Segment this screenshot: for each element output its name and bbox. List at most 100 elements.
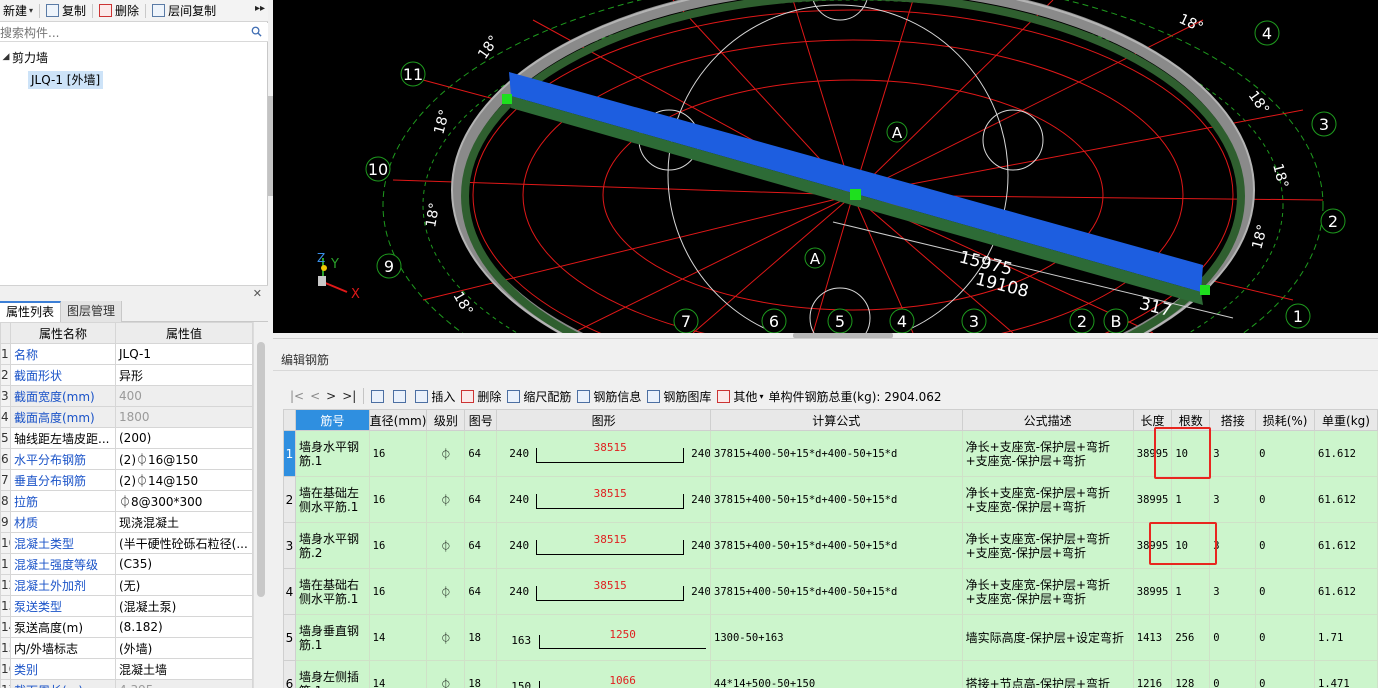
axis-bubble-4b[interactable]: 4 bbox=[889, 308, 915, 333]
row-number[interactable]: 3 bbox=[283, 522, 296, 569]
shape-cell[interactable]: 240 38515 240 bbox=[496, 522, 711, 569]
length-cell[interactable]: 1413 bbox=[1132, 614, 1173, 661]
axis-bubble-7[interactable]: 7 bbox=[673, 308, 699, 333]
axis-bubble-5[interactable]: 5 bbox=[827, 308, 853, 333]
drawing-viewport[interactable]: 15975 19108 317 A A 1 2 3 4 11 10 9 7 6 … bbox=[273, 0, 1378, 333]
figure-number-cell[interactable]: 64 bbox=[464, 476, 498, 523]
unit-weight-cell[interactable]: 1.71 bbox=[1314, 614, 1378, 661]
column-header[interactable]: 图号 bbox=[464, 409, 498, 431]
rebar-row[interactable]: 1 墙身水平钢筋.1 16 ⏀ 64 240 38515 240 37815+400-50+15… bbox=[283, 430, 1378, 477]
column-header[interactable]: 搭接 bbox=[1209, 409, 1257, 431]
collapse-triangle-icon[interactable]: ◢ bbox=[0, 52, 12, 62]
move-up-button[interactable] bbox=[368, 389, 390, 403]
new-button[interactable]: 新建 ▾ bbox=[0, 0, 36, 21]
rebar-library-button[interactable]: 钢筋图库 bbox=[644, 388, 714, 405]
axis-bubble-6[interactable]: 6 bbox=[761, 308, 787, 333]
more-tools-icon[interactable]: ▸▸ bbox=[255, 3, 265, 14]
property-value[interactable]: 400 bbox=[115, 385, 253, 407]
property-row[interactable]: 8 拉筋 ⏀8@300*300 bbox=[0, 490, 253, 512]
property-row[interactable]: 13泵送类型(混凝土泵) bbox=[0, 595, 253, 617]
shape-cell[interactable]: 150 1066 bbox=[496, 660, 711, 688]
count-cell[interactable]: 256 bbox=[1171, 614, 1211, 661]
shape-cell[interactable]: 240 38515 240 bbox=[496, 476, 711, 523]
property-row[interactable]: 2 截面形状 异形 bbox=[0, 364, 253, 386]
formula-description-cell[interactable]: 净长+支座宽-保护层+弯折+支座宽-保护层+弯折 bbox=[961, 430, 1134, 477]
plan-view-canvas[interactable]: 15975 19108 317 A A 1 2 3 4 11 10 9 7 6 … bbox=[273, 0, 1378, 333]
floor-copy-button[interactable]: 层间复制 bbox=[149, 0, 219, 21]
figure-number-cell[interactable]: 64 bbox=[464, 430, 498, 477]
tab-property-list[interactable]: 属性列表 bbox=[0, 301, 62, 322]
column-header[interactable]: 损耗(%) bbox=[1255, 409, 1316, 431]
formula-description-cell[interactable]: 净长+支座宽-保护层+弯折+支座宽-保护层+弯折 bbox=[961, 522, 1134, 569]
property-value[interactable]: 混凝土墙 bbox=[115, 658, 253, 680]
grip-handle[interactable] bbox=[502, 94, 512, 104]
properties-scrollbar[interactable] bbox=[253, 322, 268, 688]
axis-bubble-1[interactable]: 1 bbox=[1285, 303, 1311, 329]
shape-cell[interactable]: 240 38515 240 bbox=[496, 568, 711, 615]
length-cell[interactable]: 1216 bbox=[1132, 660, 1173, 688]
property-value[interactable]: (无) bbox=[115, 574, 253, 596]
property-value[interactable]: (2)⏀16@150 bbox=[115, 448, 253, 470]
unit-weight-cell[interactable]: 61.612 bbox=[1314, 430, 1378, 477]
property-row[interactable]: 12混凝土外加剂(无) bbox=[0, 574, 253, 596]
unit-weight-cell[interactable]: 61.612 bbox=[1314, 568, 1378, 615]
loss-cell[interactable]: 0 bbox=[1255, 430, 1316, 477]
rebar-name-cell[interactable]: 墙在基础左侧水平筋.1 bbox=[294, 476, 370, 523]
grade-cell[interactable]: ⏀ bbox=[426, 660, 466, 688]
close-icon[interactable]: ✕ bbox=[253, 287, 262, 300]
unit-weight-cell[interactable]: 61.612 bbox=[1314, 476, 1378, 523]
column-header[interactable]: 单重(kg) bbox=[1314, 409, 1378, 431]
axis-bubble-2[interactable]: 2 bbox=[1320, 208, 1346, 234]
count-cell[interactable]: 1 bbox=[1171, 476, 1211, 523]
scale-rebar-button[interactable]: 缩尺配筋 bbox=[504, 388, 574, 405]
selected-wall-top[interactable] bbox=[509, 72, 1203, 292]
loss-cell[interactable]: 0 bbox=[1255, 522, 1316, 569]
grid-label-a[interactable]: A bbox=[886, 121, 908, 143]
property-value[interactable]: (外墙) bbox=[115, 637, 253, 659]
length-cell[interactable]: 38995 bbox=[1132, 476, 1173, 523]
property-value[interactable]: (C35) bbox=[115, 553, 253, 575]
rebar-info-button[interactable]: 钢筋信息 bbox=[574, 388, 644, 405]
loss-cell[interactable]: 0 bbox=[1255, 614, 1316, 661]
length-cell[interactable]: 38995 bbox=[1132, 568, 1173, 615]
property-row[interactable]: 5 轴线距左墙皮距... (200) bbox=[0, 427, 253, 449]
rebar-name-cell[interactable]: 墙在基础右侧水平筋.1 bbox=[294, 568, 370, 615]
rebar-row[interactable]: 4 墙在基础右侧水平筋.1 16 ⏀ 64 240 38515 240 37815+400-50… bbox=[283, 568, 1378, 615]
column-header[interactable]: 计算公式 bbox=[710, 409, 963, 431]
property-row[interactable]: 7 垂直分布钢筋 (2)⏀14@150 bbox=[0, 469, 253, 491]
grade-cell[interactable]: ⏀ bbox=[426, 430, 466, 477]
tree-node-shear-wall[interactable]: ◢ 剪力墙 bbox=[0, 49, 48, 65]
diameter-cell[interactable]: 16 bbox=[368, 522, 428, 569]
move-down-button[interactable] bbox=[390, 389, 412, 403]
first-record-button[interactable]: |< bbox=[287, 389, 307, 403]
axis-bubble-4[interactable]: 4 bbox=[1254, 20, 1280, 46]
grip-handle[interactable] bbox=[1200, 285, 1210, 295]
other-menu-button[interactable]: 其他 ▾ bbox=[714, 388, 766, 405]
property-value[interactable]: 现浇混凝土 bbox=[115, 511, 253, 533]
property-value[interactable]: 异形 bbox=[115, 364, 253, 386]
property-row[interactable]: 17截面周长(m)4.395 bbox=[0, 679, 253, 688]
unit-weight-cell[interactable]: 1.471 bbox=[1314, 660, 1378, 688]
count-cell[interactable]: 1 bbox=[1171, 568, 1211, 615]
axis-bubble-11[interactable]: 11 bbox=[400, 61, 426, 87]
search-icon[interactable] bbox=[251, 26, 262, 37]
property-row[interactable]: 10混凝土类型(半干硬性砼砾石粒径(... bbox=[0, 532, 253, 554]
diameter-cell[interactable]: 14 bbox=[368, 660, 428, 688]
grade-cell[interactable]: ⏀ bbox=[426, 476, 466, 523]
column-header[interactable]: 筋号 bbox=[294, 409, 370, 431]
figure-number-cell[interactable]: 64 bbox=[464, 522, 498, 569]
property-value[interactable]: (混凝土泵) bbox=[115, 595, 253, 617]
axis-bubble-10[interactable]: 10 bbox=[365, 156, 391, 182]
formula-cell[interactable]: 37815+400-50+15*d+400-50+15*d bbox=[710, 522, 963, 569]
lap-cell[interactable]: 3 bbox=[1209, 430, 1257, 477]
loss-cell[interactable]: 0 bbox=[1255, 568, 1316, 615]
loss-cell[interactable]: 0 bbox=[1255, 476, 1316, 523]
column-header[interactable]: 图形 bbox=[496, 409, 711, 431]
property-row[interactable]: 9 材质 现浇混凝土 bbox=[0, 511, 253, 533]
shape-cell[interactable]: 240 38515 240 bbox=[496, 430, 711, 477]
unit-weight-cell[interactable]: 61.612 bbox=[1314, 522, 1378, 569]
rebar-name-cell[interactable]: 墙身水平钢筋.1 bbox=[294, 430, 370, 477]
diameter-cell[interactable]: 16 bbox=[368, 568, 428, 615]
formula-cell[interactable]: 37815+400-50+15*d+400-50+15*d bbox=[710, 568, 963, 615]
lap-cell[interactable]: 3 bbox=[1209, 476, 1257, 523]
